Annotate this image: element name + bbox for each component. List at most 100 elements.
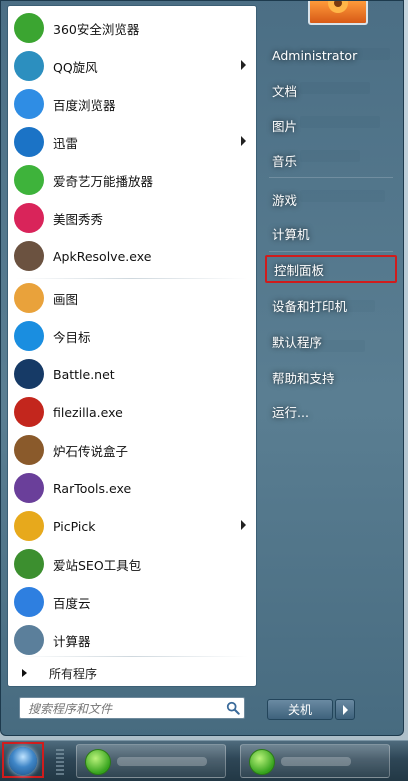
paint-icon	[14, 283, 44, 313]
program-item-label: 迅雷	[53, 135, 79, 151]
xunlei-icon	[14, 127, 44, 157]
right-menu-item-label: 运行...	[272, 404, 309, 420]
user-name-link[interactable]: Administrator	[265, 41, 397, 69]
right-menu-item[interactable]: 音乐	[265, 146, 397, 174]
search-box[interactable]	[19, 697, 245, 719]
right-menu-item-label: 音乐	[272, 153, 298, 169]
hearthstone-box-icon	[14, 435, 44, 465]
calculator-icon	[14, 625, 44, 655]
right-menu-item[interactable]: 帮助和支持	[265, 363, 397, 391]
program-item[interactable]: 计算器	[10, 622, 254, 658]
right-menu-item[interactable]: 文档	[265, 76, 397, 104]
program-item[interactable]: 炉石传说盒子	[10, 432, 254, 468]
baidu-browser-icon	[14, 89, 44, 119]
right-menu-item-label: 设备和打印机	[272, 298, 348, 314]
right-menu-item-label: 计算机	[272, 226, 310, 242]
submenu-arrow-icon[interactable]	[241, 520, 246, 530]
taskbar-app-title-blurred	[281, 757, 351, 766]
taskbar	[0, 740, 408, 781]
program-item-label: filezilla.exe	[53, 404, 123, 420]
program-item[interactable]: QQ旋风	[10, 48, 254, 84]
program-item-label: 画图	[53, 291, 79, 307]
filezilla-icon	[14, 397, 44, 427]
taskbar-app-button[interactable]	[240, 744, 390, 778]
all-programs-arrow-icon	[22, 669, 27, 677]
start-button[interactable]	[2, 742, 44, 778]
aizhan-seo-icon	[14, 549, 44, 579]
program-item[interactable]: 画图	[10, 280, 254, 316]
program-item[interactable]: 今目标	[10, 318, 254, 354]
picpick-icon	[14, 511, 44, 541]
program-item-label: 炉石传说盒子	[53, 443, 129, 459]
right-menu-item[interactable]: 默认程序	[265, 327, 397, 355]
apkresolve-icon	[14, 241, 44, 271]
right-menu-item[interactable]: 图片	[265, 111, 397, 139]
right-menu-item-label: 控制面板	[274, 262, 325, 278]
search-input[interactable]	[26, 699, 220, 719]
meitu-icon	[14, 203, 44, 233]
360-browser-icon	[249, 749, 275, 775]
program-item[interactable]: 百度云	[10, 584, 254, 620]
shutdown-label: 关机	[287, 703, 312, 717]
iqiyi-player-icon	[14, 165, 44, 195]
shutdown-options-button[interactable]	[335, 699, 355, 720]
search-area	[7, 689, 257, 733]
program-item-label: 美图秀秀	[53, 211, 104, 227]
program-item[interactable]: 美图秀秀	[10, 200, 254, 236]
program-item-label: 爱站SEO工具包	[53, 557, 142, 573]
program-item[interactable]: RarTools.exe	[10, 470, 254, 506]
user-avatar[interactable]	[308, 1, 368, 25]
program-item[interactable]: ApkResolve.exe	[10, 238, 254, 274]
all-programs-label: 所有程序	[49, 666, 98, 681]
start-menu: 360安全浏览器 QQ旋风百度浏览器迅雷爱奇艺万能播放器 美图秀秀 ApkResolv…	[0, 0, 404, 736]
program-item[interactable]: 爱奇艺万能播放器	[10, 162, 254, 198]
right-menu-item[interactable]: 运行...	[265, 397, 397, 425]
flower-picture-icon	[328, 1, 348, 13]
right-menu-item[interactable]: 控制面板	[265, 255, 397, 283]
program-item-label: 今目标	[53, 329, 91, 345]
submenu-arrow-icon[interactable]	[241, 136, 246, 146]
program-item-label: 爱奇艺万能播放器	[53, 173, 154, 189]
right-menu-item[interactable]: 计算机	[265, 219, 397, 247]
program-item[interactable]: 爱站SEO工具包	[10, 546, 254, 582]
right-menu-item-label: 图片	[272, 118, 298, 134]
program-item-label: 百度云	[53, 595, 91, 611]
right-menu-item-label: 文档	[272, 83, 298, 99]
right-menu-item-label: 默认程序	[272, 334, 323, 350]
program-item-label: QQ旋风	[53, 59, 98, 75]
360-browser-icon	[85, 749, 111, 775]
360-browser-icon	[14, 13, 44, 43]
search-icon[interactable]	[226, 701, 240, 715]
program-item[interactable]: filezilla.exe	[10, 394, 254, 430]
right-menu-item[interactable]: 设备和打印机	[265, 291, 397, 319]
program-item-label: RarTools.exe	[53, 480, 132, 496]
jinmubiao-icon	[14, 321, 44, 351]
right-menu-item[interactable]: 游戏	[265, 185, 397, 213]
program-item[interactable]: 迅雷	[10, 124, 254, 160]
baidu-cloud-icon	[14, 587, 44, 617]
program-item[interactable]: 360安全浏览器	[10, 10, 254, 46]
program-item[interactable]: Battle.net	[10, 356, 254, 392]
taskbar-app-title-blurred	[117, 757, 207, 766]
program-item-label: 百度浏览器	[53, 97, 116, 113]
all-programs-item[interactable]: 所有程序	[10, 661, 254, 685]
program-item-label: ApkResolve.exe	[53, 248, 152, 264]
right-menu-item-label: 游戏	[272, 192, 298, 208]
windows-orb-icon	[9, 747, 37, 775]
start-menu-program-list: 360安全浏览器 QQ旋风百度浏览器迅雷爱奇艺万能播放器 美图秀秀 ApkResolv…	[7, 5, 257, 687]
right-menu-item-label: 帮助和支持	[272, 370, 335, 386]
program-item[interactable]: PicPick	[10, 508, 254, 544]
battlenet-icon	[14, 359, 44, 389]
rartools-icon	[14, 473, 44, 503]
submenu-arrow-icon[interactable]	[241, 60, 246, 70]
shutdown-button[interactable]: 关机	[267, 699, 333, 720]
taskbar-grip[interactable]	[56, 749, 64, 775]
program-item-label: 计算器	[53, 633, 91, 649]
taskbar-app-button[interactable]	[76, 744, 226, 778]
user-name-label: Administrator	[272, 47, 358, 63]
program-item-label: 360安全浏览器	[53, 21, 140, 37]
program-item[interactable]: 百度浏览器	[10, 86, 254, 122]
qq-xuanfeng-icon	[14, 51, 44, 81]
program-item-label: Battle.net	[53, 366, 115, 382]
program-item-label: PicPick	[53, 518, 96, 534]
